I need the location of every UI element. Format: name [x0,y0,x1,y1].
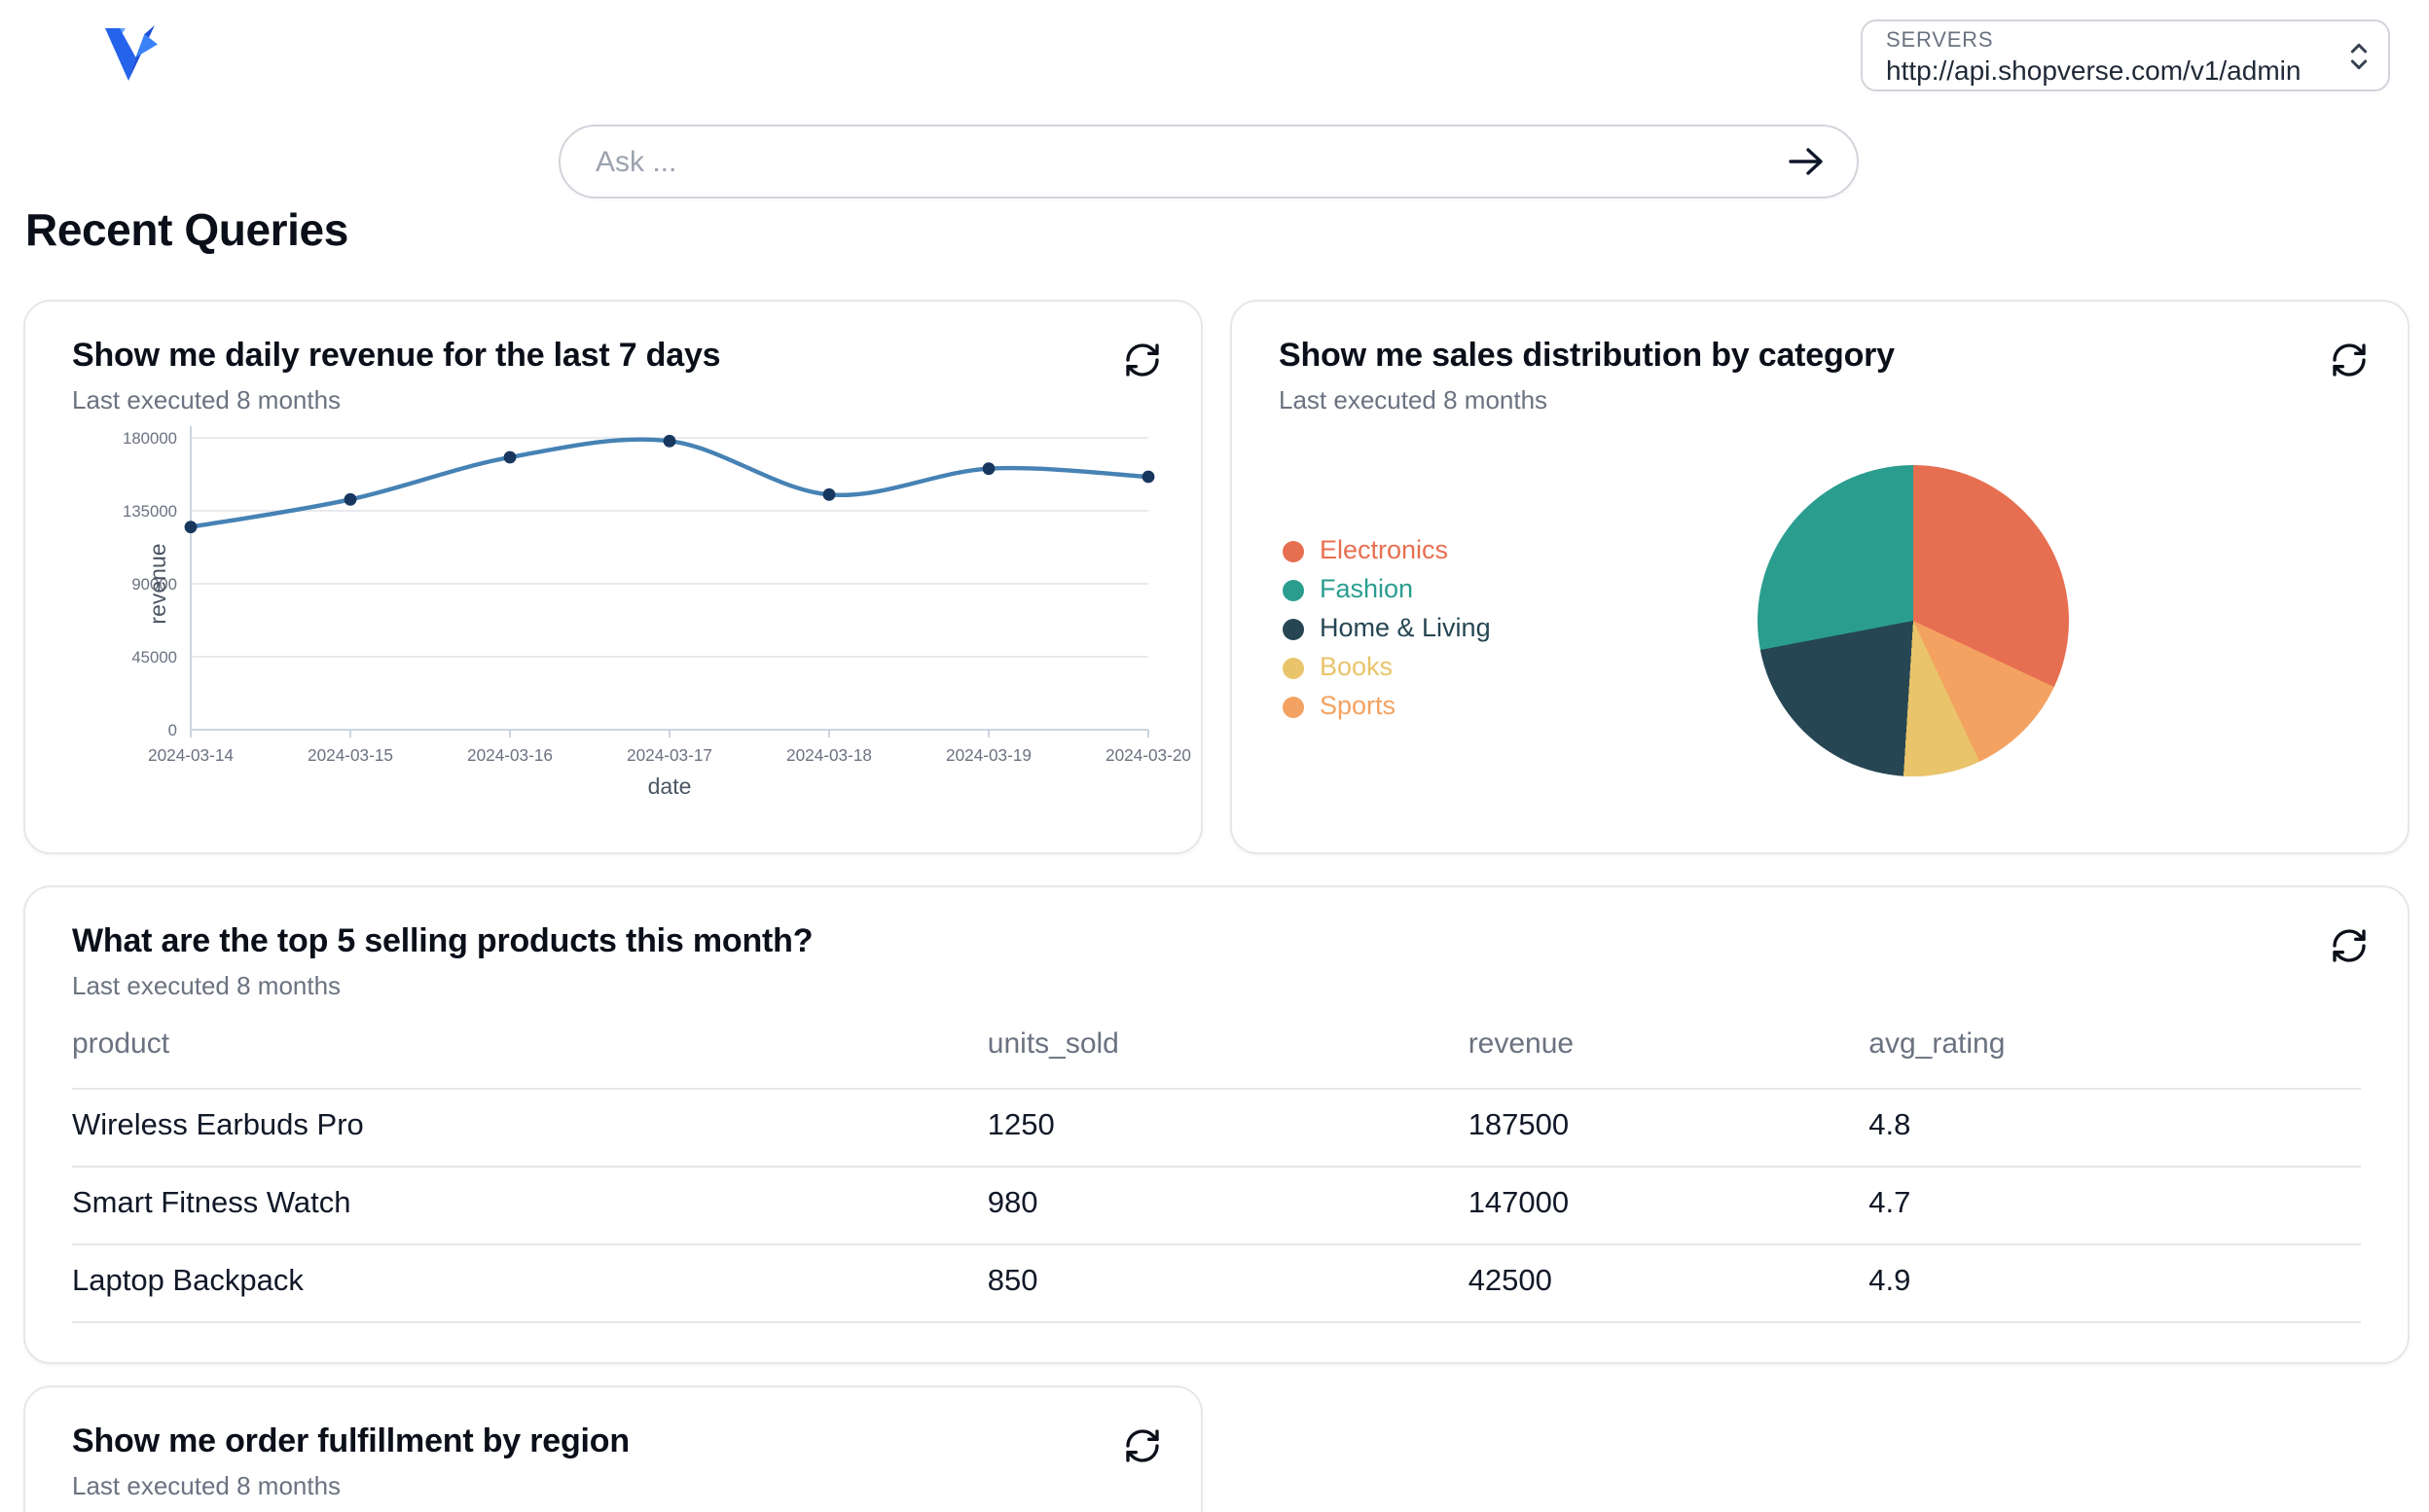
query-subtitle: Last executed 8 months [72,385,1076,414]
table-cell: Smart Fitness Watch [72,1167,988,1244]
legend-item[interactable]: Home & Living [1283,613,1491,644]
app-viewport: SERVERS http://api.shopverse.com/v1/admi… [0,0,2429,1512]
svg-text:2024-03-14: 2024-03-14 [148,745,234,765]
legend-label: Electronics [1320,535,1448,566]
svg-text:2024-03-19: 2024-03-19 [946,745,1032,765]
card-sales-distribution: Show me sales distribution by category L… [1230,300,2410,854]
legend-label: Books [1320,652,1393,683]
refresh-icon [1123,1426,1162,1465]
table-cell: 4.9 [1868,1244,2361,1322]
refresh-button[interactable] [1115,1419,1170,1473]
ask-input[interactable] [592,143,1775,180]
svg-text:0: 0 [168,721,177,739]
card-header: Show me order fulfillment by region Last… [72,1422,1076,1500]
refresh-icon [2330,341,2369,379]
top-products-table: productunits_soldrevenueavg_rating Wirel… [72,1012,2361,1323]
ask-submit-button[interactable] [1775,130,1837,193]
column-header: avg_rating [1868,1012,2361,1089]
table-row: Laptop Backpack850425004.9 [72,1244,2361,1322]
card-header: What are the top 5 selling products this… [72,922,2283,1000]
table-row: Wireless Earbuds Pro12501875004.8 [72,1089,2361,1167]
svg-text:date: date [648,774,692,799]
legend-swatch [1283,540,1304,561]
column-header: units_sold [988,1012,1468,1089]
table-cell: 187500 [1468,1089,1869,1167]
arrow-right-icon [1783,138,1830,185]
legend-label: Sports [1320,691,1396,722]
query-subtitle: Last executed 8 months [72,1471,1076,1500]
table-cell: 4.8 [1868,1089,2361,1167]
table-cell: 147000 [1468,1167,1869,1244]
svg-text:2024-03-17: 2024-03-17 [627,745,712,765]
svg-text:45000: 45000 [131,648,177,666]
table-row: Smart Fitness Watch9801470004.7 [72,1167,2361,1244]
page-title: Recent Queries [25,204,348,257]
revenue-line-chart: 045000900001350001800002024-03-142024-03… [25,414,1201,804]
svg-text:135000: 135000 [123,502,177,521]
legend-item[interactable]: Books [1283,652,1491,683]
refresh-icon [1123,341,1162,379]
table-cell: Laptop Backpack [72,1244,988,1322]
legend-swatch [1283,618,1304,639]
refresh-button[interactable] [1115,333,1170,387]
servers-label: SERVERS [1886,29,2330,53]
table-header-row: productunits_soldrevenueavg_rating [72,1012,2361,1089]
legend-swatch [1283,579,1304,600]
query-title: Show me sales distribution by category [1279,337,2283,376]
servers-value: http://api.shopverse.com/v1/admin [1886,54,2330,86]
table-cell: Wireless Earbuds Pro [72,1089,988,1167]
ask-search-bar [559,125,1859,198]
refresh-icon [2330,926,2369,965]
query-title: Show me daily revenue for the last 7 day… [72,337,1076,376]
table-cell: 1250 [988,1089,1468,1167]
legend-label: Home & Living [1320,613,1491,644]
refresh-button[interactable] [2322,333,2376,387]
card-top-products: What are the top 5 selling products this… [23,885,2410,1364]
legend-item[interactable]: Electronics [1283,535,1491,566]
table-cell: 4.7 [1868,1167,2361,1244]
table-cell: 850 [988,1244,1468,1322]
legend-item[interactable]: Sports [1283,691,1491,722]
query-subtitle: Last executed 8 months [1279,385,2283,414]
legend-label: Fashion [1320,574,1413,605]
card-daily-revenue: Show me daily revenue for the last 7 day… [23,300,1203,854]
card-header: Show me sales distribution by category L… [1279,337,2283,414]
query-title: Show me order fulfillment by region [72,1422,1076,1461]
select-chevrons-icon [2345,36,2373,75]
refresh-button[interactable] [2322,918,2376,973]
svg-text:2024-03-15: 2024-03-15 [308,745,393,765]
query-subtitle: Last executed 8 months [72,971,2283,1000]
svg-text:2024-03-20: 2024-03-20 [1106,745,1191,765]
table-cell: 42500 [1468,1244,1869,1322]
legend-swatch [1283,696,1304,717]
servers-select[interactable]: SERVERS http://api.shopverse.com/v1/admi… [1861,19,2390,91]
svg-text:2024-03-16: 2024-03-16 [467,745,553,765]
legend-item[interactable]: Fashion [1283,574,1491,605]
column-header: product [72,1012,988,1089]
card-header: Show me daily revenue for the last 7 day… [72,337,1076,414]
svg-text:revenue: revenue [145,543,170,624]
query-title: What are the top 5 selling products this… [72,922,2283,961]
svg-text:180000: 180000 [123,429,177,448]
table-cell: 980 [988,1167,1468,1244]
svg-text:2024-03-18: 2024-03-18 [786,745,872,765]
pie-legend: Electronics Fashion Home & Living Books Spor… [1283,535,1491,730]
column-header: revenue [1468,1012,1869,1089]
legend-swatch [1283,657,1304,678]
category-pie-chart [1758,465,2069,776]
app-logo [93,19,163,90]
card-order-fulfillment: Show me order fulfillment by region Last… [23,1386,1203,1512]
